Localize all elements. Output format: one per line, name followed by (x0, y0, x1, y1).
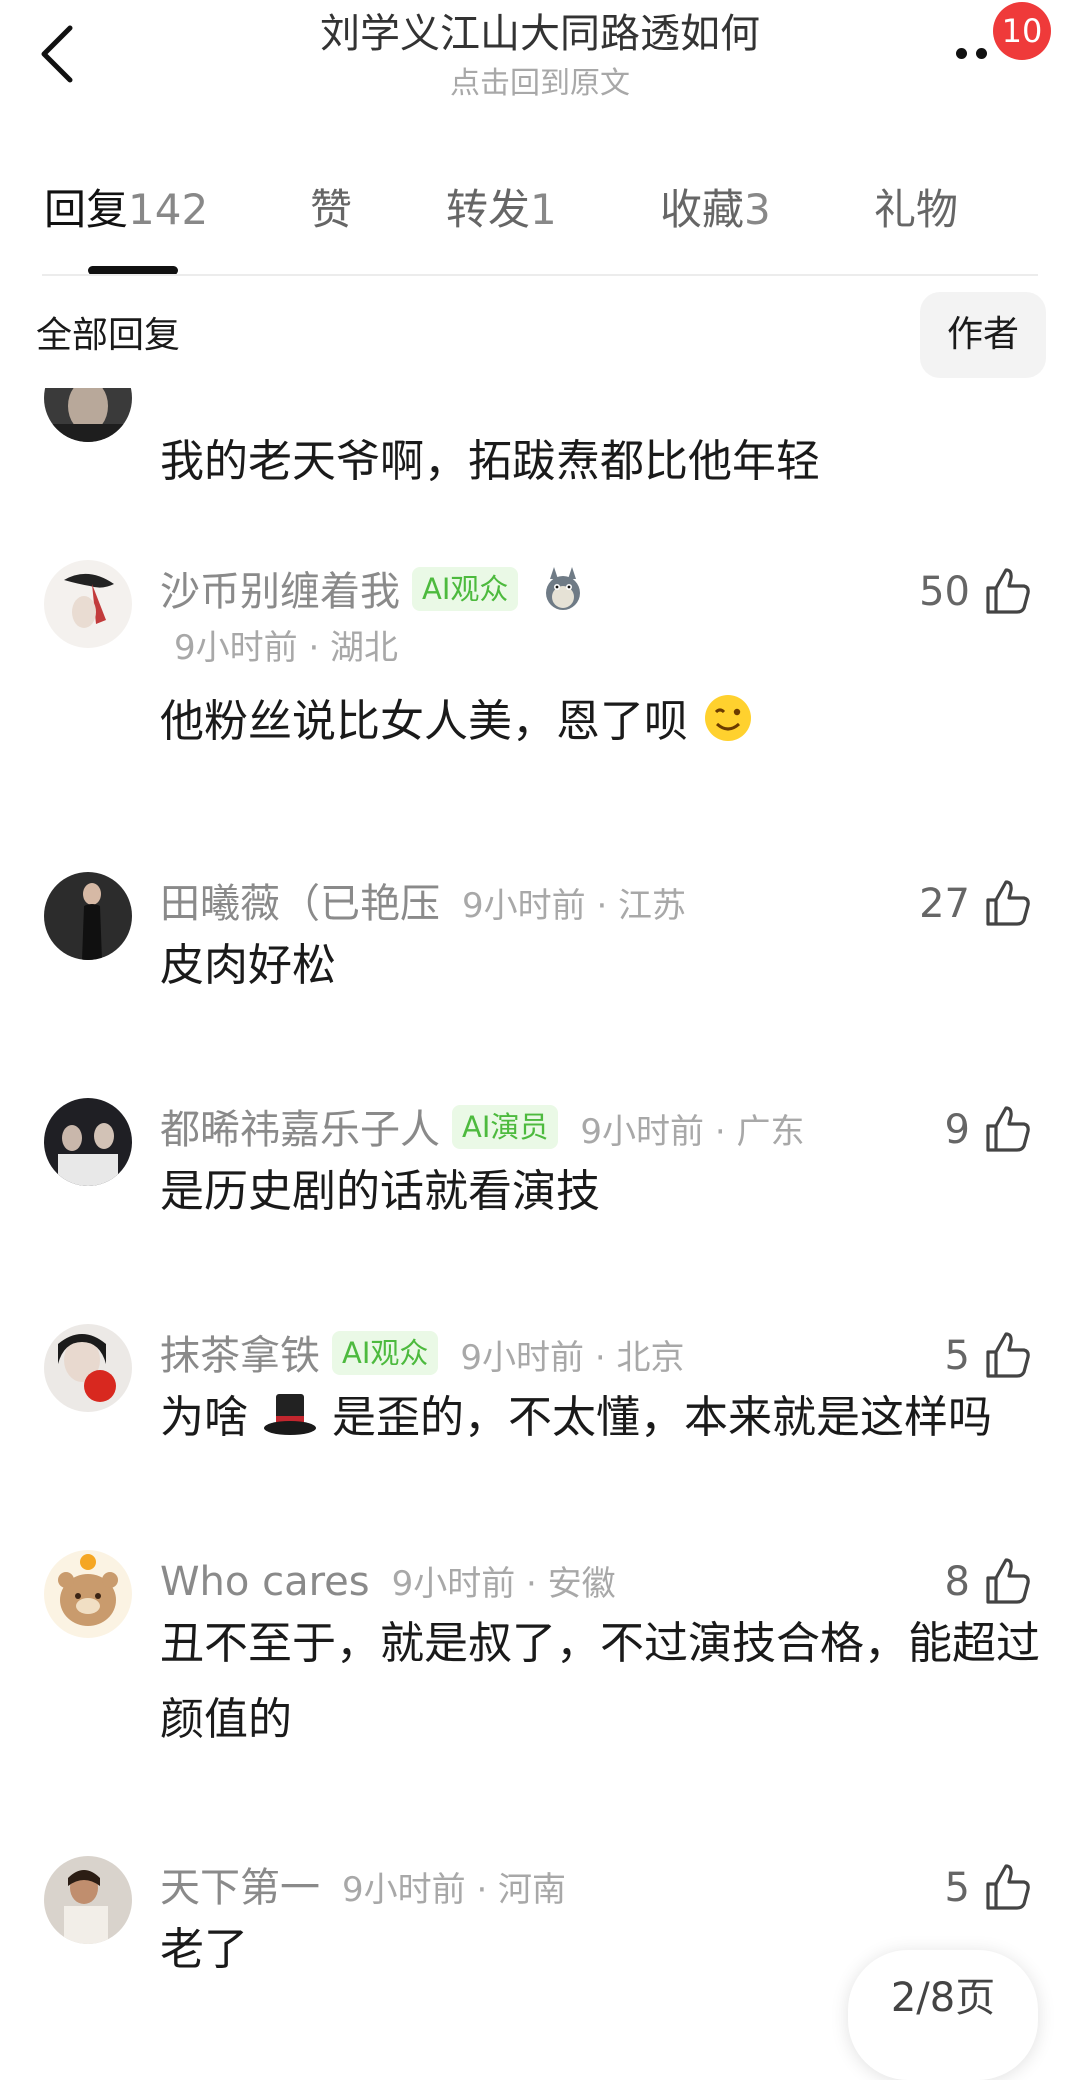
avatar[interactable] (44, 1098, 132, 1186)
comment-header: 抹茶拿铁 AI观众 9小时前 · 北京 (160, 1328, 684, 1386)
avatar[interactable] (44, 872, 132, 960)
more-dots-icon (956, 48, 967, 59)
comment-text: 他粉丝说比女人美，恩了呗 (160, 696, 688, 747)
username[interactable]: 田曦薇（已艳压 (160, 881, 440, 927)
like-count: 27 (919, 881, 970, 927)
list-item: 沙币别缠着我 AI观众 9小时前 · 湖北 50 他粉丝说比女人美，恩了呗 (0, 560, 1080, 760)
avatar[interactable] (44, 1856, 132, 1944)
comment-text-row: 他粉丝说比女人美，恩了呗 (160, 684, 754, 760)
like-button[interactable]: 5 (900, 1860, 1036, 1916)
comment-list[interactable]: 我的老天爷啊，拓跋焘都比他年轻 沙币别缠着我 AI观众 9小时前 · 湖北 50… (0, 388, 1080, 2054)
comment-text: 皮肉好松 (160, 940, 336, 991)
page-indicator-button[interactable]: 2/8页 (848, 1950, 1038, 2080)
tab-favorites[interactable]: 收藏3 (660, 180, 771, 240)
like-count: 50 (919, 569, 970, 615)
like-count: 9 (944, 1107, 970, 1153)
ai-badge: AI观众 (332, 1331, 439, 1375)
comment-text: 老了 (160, 1924, 248, 1975)
like-button[interactable]: 5 (900, 1328, 1036, 1384)
tab-label: 礼物 (874, 185, 959, 234)
avatar-image (44, 1550, 132, 1638)
tab-count: 1 (530, 185, 557, 234)
thumbs-up-icon (986, 1106, 1030, 1152)
tab-reposts[interactable]: 转发1 (446, 180, 557, 240)
top-hat-emoji-icon (264, 1394, 316, 1435)
all-replies-filter[interactable]: 全部回复 (36, 306, 180, 366)
tab-label: 回复 (44, 185, 129, 234)
avatar-image (44, 560, 132, 648)
totoro-icon (545, 567, 580, 610)
avatar-image (44, 872, 132, 960)
list-item: 我的老天爷啊，拓跋焘都比他年轻 (0, 388, 1080, 498)
like-count: 8 (944, 1559, 970, 1605)
username[interactable]: 天下第一 (160, 1865, 320, 1911)
comment-meta: 9小时前 · 湖北 (174, 628, 399, 668)
avatar[interactable] (44, 560, 132, 648)
comment-header: Who cares 9小时前 · 安徽 (160, 1554, 616, 1612)
username[interactable]: Who cares (160, 1559, 370, 1605)
avatar-image (44, 388, 132, 442)
wink-emoji-icon (705, 695, 751, 741)
list-item: Who cares 9小时前 · 安徽 8 丑不至于，就是叔了，不过演技合格，能超… (0, 1550, 1080, 1760)
comment-meta: 9小时前 · 江苏 (462, 886, 687, 926)
comment-header: 沙币别缠着我 AI观众 (160, 564, 584, 620)
like-count: 5 (944, 1333, 970, 1379)
like-button[interactable]: 8 (900, 1554, 1036, 1610)
avatar[interactable] (44, 1550, 132, 1638)
username[interactable]: 沙币别缠着我 (160, 569, 400, 615)
tab-label: 赞 (310, 185, 353, 234)
tab-label: 转发 (446, 185, 531, 234)
tab-count: 142 (128, 185, 209, 234)
tab-label: 收藏 (660, 185, 745, 234)
ai-badge: AI演员 (452, 1105, 559, 1149)
like-count: 5 (944, 1865, 970, 1911)
thumbs-up-icon (986, 1332, 1030, 1378)
list-item: 抹茶拿铁 AI观众 9小时前 · 北京 5 为啥 是歪的，不太懂，本来就是这样吗 (0, 1324, 1080, 1454)
tab-replies[interactable]: 回复142 (44, 180, 208, 240)
more-button[interactable] (950, 34, 1000, 74)
page-title[interactable]: 刘学义江山大同路透如何 (0, 8, 1080, 60)
avatar-image (44, 1856, 132, 1944)
comment-text: 是歪的，不太懂，本来就是这样吗 (332, 1392, 992, 1443)
thumbs-up-icon (986, 1558, 1030, 1604)
author-filter-button[interactable]: 作者 (920, 292, 1046, 378)
more-dot (976, 48, 987, 59)
avatar[interactable] (44, 1324, 132, 1412)
thumbs-up-icon (986, 880, 1030, 926)
comment-header: 都晞祎嘉乐子人 AI演员 9小时前 · 广东 (160, 1102, 804, 1160)
comment-text: 是历史剧的话就看演技 (160, 1166, 600, 1217)
comment-text: 我的老天爷啊，拓跋焘都比他年轻 (160, 436, 820, 487)
notification-badge[interactable]: 10 (993, 2, 1051, 60)
comment-header: 天下第一 9小时前 · 河南 (160, 1860, 566, 1918)
ai-badge: AI观众 (412, 567, 519, 611)
comment-meta: 9小时前 · 安徽 (391, 1564, 616, 1604)
comment-meta: 9小时前 · 河南 (342, 1870, 567, 1910)
comment-meta: 9小时前 · 广东 (580, 1112, 805, 1152)
comment-header: 田曦薇（已艳压 9小时前 · 江苏 (160, 876, 686, 934)
avatar-image (44, 1324, 132, 1412)
list-item: 田曦薇（已艳压 9小时前 · 江苏 27 皮肉好松 (0, 872, 1080, 1002)
thumbs-up-icon (986, 568, 1030, 614)
comment-meta: 9小时前 · 北京 (460, 1338, 685, 1378)
tab-count: 3 (744, 185, 771, 234)
username[interactable]: 都晞祎嘉乐子人 (160, 1107, 440, 1153)
comment-text: 丑不至于，就是叔了，不过演技合格，能超过颜值的 (160, 1618, 1040, 1745)
page-indicator-label: 2/8页 (890, 1975, 996, 2021)
comment-text-row: 为啥 是歪的，不太懂，本来就是这样吗 (160, 1380, 992, 1456)
list-item: 都晞祎嘉乐子人 AI演员 9小时前 · 广东 9 是历史剧的话就看演技 (0, 1098, 1080, 1228)
tabs-divider (42, 274, 1038, 276)
avatar-image (44, 1098, 132, 1186)
like-button[interactable]: 50 (900, 564, 1036, 620)
avatar[interactable] (44, 388, 132, 442)
tab-gifts[interactable]: 礼物 (874, 180, 958, 240)
thumbs-up-icon (986, 1864, 1030, 1910)
like-button[interactable]: 27 (900, 876, 1036, 932)
comment-text: 为啥 (160, 1392, 248, 1443)
back-to-post-link[interactable]: 点击回到原文 (0, 64, 1080, 104)
like-button[interactable]: 9 (900, 1102, 1036, 1158)
username[interactable]: 抹茶拿铁 (160, 1333, 320, 1379)
tab-likes[interactable]: 赞 (310, 180, 352, 240)
